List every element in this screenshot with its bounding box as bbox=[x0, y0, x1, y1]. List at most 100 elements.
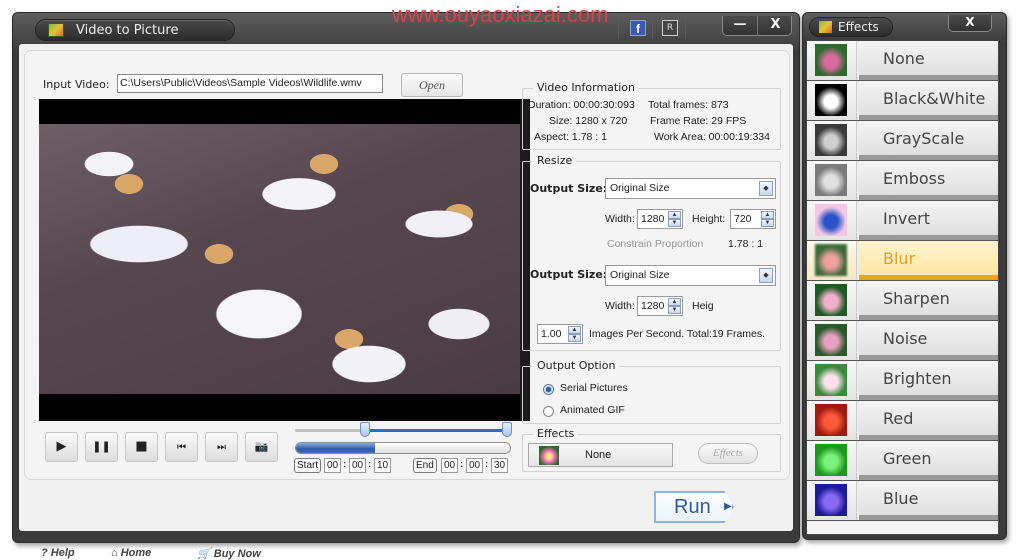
current-effect-name: None bbox=[585, 449, 612, 461]
effect-item-emboss[interactable]: Emboss bbox=[807, 161, 998, 201]
height-spinner[interactable]: 720 ▲ ▼ bbox=[730, 209, 776, 229]
effect-label: None bbox=[883, 49, 925, 68]
effect-item-noise[interactable]: Noise bbox=[807, 321, 998, 361]
effect-item-green[interactable]: Green bbox=[807, 441, 998, 481]
minimize-button[interactable]: — bbox=[723, 16, 758, 36]
video-information-group: Video Information Duration: 00:00:30:093… bbox=[522, 81, 781, 150]
previous-button[interactable]: ⏮ bbox=[165, 432, 198, 462]
output-size-label-duplicate: Output Size: bbox=[530, 268, 608, 281]
next-button[interactable]: ⏭ bbox=[205, 432, 238, 462]
facebook-icon[interactable]: f bbox=[630, 20, 646, 36]
flower-thumbnail-icon bbox=[539, 446, 559, 465]
start-seconds-field[interactable]: 10 bbox=[374, 458, 391, 473]
output-option-group: Output Option Serial Pictures Animated G… bbox=[522, 359, 781, 424]
camera-icon: 📷 bbox=[254, 440, 269, 453]
images-per-second-label: Images Per Second. Total:19 Frames. bbox=[589, 328, 766, 340]
spin-up-icon[interactable]: ▲ bbox=[568, 326, 581, 334]
home-link[interactable]: ⌂ Home bbox=[111, 547, 151, 559]
run-button[interactable]: Run ▶ bbox=[654, 491, 734, 523]
start-hours-field[interactable]: 00 bbox=[324, 458, 341, 473]
spin-down-icon[interactable]: ▼ bbox=[668, 306, 681, 314]
stop-icon: ■ bbox=[135, 439, 148, 454]
pause-button[interactable]: ❚❚ bbox=[85, 432, 118, 462]
effect-label-cell: Brighten bbox=[859, 361, 998, 400]
range-start-handle[interactable] bbox=[360, 422, 371, 437]
animated-gif-radio[interactable] bbox=[543, 406, 554, 417]
end-time-button[interactable]: End bbox=[413, 458, 437, 473]
playback-progress-bar[interactable] bbox=[295, 442, 511, 454]
flower-thumbnail-icon bbox=[815, 84, 847, 116]
effects-group: Effects None Effects bbox=[522, 427, 781, 472]
effects-close-button[interactable]: X bbox=[948, 15, 992, 32]
effect-item-brighten[interactable]: Brighten bbox=[807, 361, 998, 401]
output-size-select[interactable]: Original Size ◆ bbox=[605, 178, 776, 199]
buy-now-link[interactable]: 🛒 Buy Now bbox=[197, 547, 261, 560]
client-area: Input Video: C:\Users\Public\Videos\Samp… bbox=[19, 44, 793, 560]
help-link[interactable]: ? Help bbox=[41, 547, 75, 559]
output-size-select-duplicate[interactable]: Original Size ◆ bbox=[605, 265, 776, 286]
effect-item-red[interactable]: Red bbox=[807, 401, 998, 441]
range-slider-track[interactable] bbox=[295, 429, 511, 432]
close-button[interactable]: X bbox=[758, 16, 793, 36]
spin-down-icon[interactable]: ▼ bbox=[568, 334, 581, 342]
previous-icon: ⏮ bbox=[177, 442, 186, 453]
effect-item-none[interactable]: None bbox=[807, 41, 998, 81]
effect-label-cell: Blur bbox=[859, 241, 998, 280]
animated-gif-label[interactable]: Animated GIF bbox=[560, 404, 625, 416]
spin-up-icon[interactable]: ▲ bbox=[668, 211, 681, 219]
range-end-handle[interactable] bbox=[502, 422, 512, 437]
home-icon: ⌂ bbox=[111, 547, 121, 559]
window-controls: — X bbox=[722, 16, 792, 36]
effect-thumbnail-cell bbox=[807, 321, 857, 360]
effect-label-cell: Sharpen bbox=[859, 281, 998, 320]
flower-thumbnail-icon bbox=[815, 244, 847, 276]
effect-thumbnail-cell bbox=[807, 41, 857, 80]
effect-thumbnail-cell bbox=[807, 241, 857, 280]
width-spinner-duplicate[interactable]: 1280 ▲ ▼ bbox=[637, 296, 683, 316]
spin-up-icon[interactable]: ▲ bbox=[668, 298, 681, 306]
effects-button[interactable]: Effects bbox=[698, 443, 758, 464]
end-seconds-field[interactable]: 30 bbox=[491, 458, 508, 473]
effect-item-blue[interactable]: Blue bbox=[807, 481, 998, 521]
title-bar: Video to Picture bbox=[35, 19, 235, 41]
effect-item-blur[interactable]: Blur bbox=[807, 241, 998, 281]
effect-label: Noise bbox=[883, 329, 928, 348]
stop-button[interactable]: ■ bbox=[125, 432, 158, 462]
frame-rate-text: Frame Rate: 29 FPS bbox=[650, 115, 747, 127]
effect-label: Green bbox=[883, 449, 932, 468]
current-effect-preview: None bbox=[528, 443, 673, 467]
size-text: Size: 1280 x 720 bbox=[549, 115, 628, 127]
flower-thumbnail-icon bbox=[815, 484, 847, 516]
end-hours-field[interactable]: 00 bbox=[441, 458, 458, 473]
start-minutes-field[interactable]: 00 bbox=[349, 458, 366, 473]
constrain-ghost-text: Constrain Proportion bbox=[607, 238, 704, 250]
effect-thumbnail-cell bbox=[807, 401, 857, 440]
input-video-path-field[interactable]: C:\Users\Public\Videos\Sample Videos\Wil… bbox=[117, 74, 383, 93]
resize-title: Resize bbox=[533, 154, 577, 167]
chevron-updown-icon: ◆ bbox=[759, 268, 773, 283]
images-per-second-spinner[interactable]: 1.00 ▲ ▼ bbox=[537, 324, 583, 344]
window-title: Video to Picture bbox=[76, 23, 179, 38]
effect-item-grayscale[interactable]: GrayScale bbox=[807, 121, 998, 161]
width-spinner[interactable]: 1280 ▲ ▼ bbox=[637, 209, 683, 229]
time-separator: : bbox=[460, 459, 464, 470]
pause-icon: ❚❚ bbox=[92, 440, 111, 453]
open-button[interactable]: Open bbox=[401, 73, 463, 97]
serial-pictures-label[interactable]: Serial Pictures bbox=[560, 382, 628, 394]
spin-down-icon[interactable]: ▼ bbox=[668, 219, 681, 227]
snapshot-button[interactable]: 📷 bbox=[245, 432, 278, 462]
serial-pictures-radio[interactable] bbox=[543, 384, 554, 395]
effect-item-invert[interactable]: Invert bbox=[807, 201, 998, 241]
play-button[interactable]: ▶ bbox=[45, 432, 78, 462]
spin-up-icon[interactable]: ▲ bbox=[761, 211, 774, 219]
height-label-partial: Heig bbox=[692, 300, 714, 312]
cart-icon: 🛒 bbox=[197, 548, 214, 560]
register-icon[interactable]: R bbox=[662, 20, 678, 36]
end-minutes-field[interactable]: 00 bbox=[466, 458, 483, 473]
titlebar-separator bbox=[618, 17, 619, 39]
effect-item-sharpen[interactable]: Sharpen bbox=[807, 281, 998, 321]
aspect-ratio-text: 1.78 : 1 bbox=[728, 238, 764, 250]
effect-item-black-white[interactable]: Black&White bbox=[807, 81, 998, 121]
spin-down-icon[interactable]: ▼ bbox=[761, 219, 774, 227]
start-time-button[interactable]: Start bbox=[294, 458, 322, 473]
